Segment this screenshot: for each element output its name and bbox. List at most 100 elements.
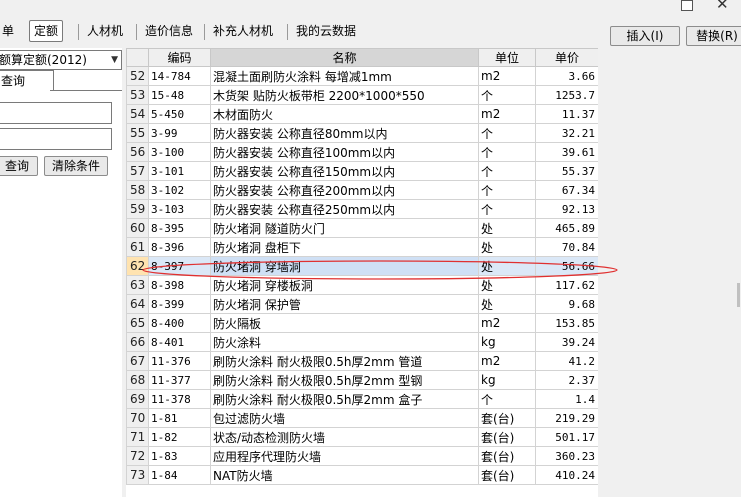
quota-price[interactable]: 501.17 — [535, 427, 598, 447]
quota-code[interactable]: 8-395 — [148, 218, 211, 238]
table-row[interactable]: 70 1-81 包过滤防火墙 套(台) 219.29 — [126, 408, 598, 428]
close-icon[interactable]: ✕ — [716, 0, 729, 12]
table-row[interactable]: 54 5-450 木材面防火 m2 11.37 — [126, 104, 598, 124]
column-header-price[interactable]: 单价 — [535, 48, 598, 67]
table-row[interactable]: 53 15-48 木货架 贴防火板带柜 2200*1000*550 个 1253.7 — [126, 85, 598, 105]
search-input-2[interactable] — [0, 128, 112, 150]
quota-price[interactable]: 1.4 — [535, 389, 598, 409]
quota-price[interactable]: 219.29 — [535, 408, 598, 428]
quota-name[interactable]: 应用程序代理防火墙 — [210, 446, 479, 466]
quota-code[interactable]: 11-377 — [148, 370, 211, 390]
table-row[interactable]: 57 3-101 防火器安装 公称直径150mm以内个 55.37 — [126, 161, 598, 181]
quota-name[interactable]: 状态/动态检测防火墙 — [210, 427, 479, 447]
table-row[interactable]: 72 1-83 应用程序代理防火墙 套(台) 360.23 — [126, 446, 598, 466]
quota-code[interactable]: 5-450 — [148, 104, 211, 124]
row-number[interactable]: 68 — [126, 370, 149, 390]
quota-price[interactable]: 360.23 — [535, 446, 598, 466]
quota-unit[interactable]: 个 — [478, 389, 536, 409]
quota-unit[interactable]: kg — [478, 370, 536, 390]
quota-library-select[interactable]: 额算定额(2012) ▼ — [0, 50, 122, 70]
quota-code[interactable]: 3-103 — [148, 199, 211, 219]
table-row[interactable]: 68 11-377 刷防火涂料 耐火极限0.5h厚2mm 型钢 kg 2.37 — [126, 370, 598, 390]
row-number[interactable]: 60 — [126, 218, 149, 238]
table-row[interactable]: 69 11-378 刷防火涂料 耐火极限0.5h厚2mm 盒子个 1.4 — [126, 389, 598, 409]
column-header-code[interactable]: 编码 — [148, 48, 211, 67]
row-number[interactable]: 67 — [126, 351, 149, 371]
tab-list[interactable]: 单 — [0, 20, 18, 42]
quota-unit[interactable]: 处 — [478, 294, 536, 314]
quota-name[interactable]: 刷防火涂料 耐火极限0.5h厚2mm 管道 — [210, 351, 479, 371]
tab-query[interactable]: 查询 — [0, 70, 54, 91]
quota-price[interactable]: 70.84 — [535, 237, 598, 257]
quota-name[interactable]: 防火堵洞 盘柜下 — [210, 237, 479, 257]
quota-name[interactable]: 防火堵洞 隧道防火门 — [210, 218, 479, 238]
quota-name[interactable]: 防火器安装 公称直径150mm以内 — [210, 161, 479, 181]
quota-name[interactable]: 防火堵洞 保护管 — [210, 294, 479, 314]
quota-code[interactable]: 11-376 — [148, 351, 211, 371]
tab-quota[interactable]: 定额 — [29, 20, 64, 42]
row-number[interactable]: 73 — [126, 465, 149, 485]
row-number[interactable]: 58 — [126, 180, 149, 200]
quota-price[interactable]: 9.68 — [535, 294, 598, 314]
quota-unit[interactable]: 个 — [478, 123, 536, 143]
row-number[interactable]: 70 — [126, 408, 149, 428]
row-number[interactable]: 54 — [126, 104, 149, 124]
row-number[interactable]: 66 — [126, 332, 149, 352]
clear-conditions-button[interactable]: 清除条件 — [44, 156, 108, 176]
query-button[interactable]: 查询 — [0, 156, 38, 176]
tab-cost-info[interactable]: 造价信息 — [141, 20, 197, 42]
quota-unit[interactable]: 套(台) — [478, 408, 536, 428]
quota-code[interactable]: 3-102 — [148, 180, 211, 200]
quota-unit[interactable]: 套(台) — [478, 465, 536, 485]
quota-code[interactable]: 8-400 — [148, 313, 211, 333]
quota-code[interactable]: 11-378 — [148, 389, 211, 409]
quota-unit[interactable]: 个 — [478, 199, 536, 219]
quota-name[interactable]: 防火器安装 公称直径250mm以内 — [210, 199, 479, 219]
row-number[interactable]: 52 — [126, 66, 149, 86]
row-number[interactable]: 56 — [126, 142, 149, 162]
table-row[interactable]: 59 3-103 防火器安装 公称直径250mm以内个 92.13 — [126, 199, 598, 219]
table-row[interactable]: 73 1-84 NAT防火墙 套(台) 410.24 — [126, 465, 598, 485]
table-row[interactable]: 64 8-399 防火堵洞 保护管处 9.68 — [126, 294, 598, 314]
quota-price[interactable]: 39.61 — [535, 142, 598, 162]
quota-price[interactable]: 41.2 — [535, 351, 598, 371]
table-row[interactable]: 60 8-395 防火堵洞 隧道防火门处 465.89 — [126, 218, 598, 238]
quota-unit[interactable]: 个 — [478, 142, 536, 162]
quota-price[interactable]: 32.21 — [535, 123, 598, 143]
quota-code[interactable]: 3-100 — [148, 142, 211, 162]
quota-price[interactable]: 465.89 — [535, 218, 598, 238]
quota-unit[interactable]: m2 — [478, 104, 536, 124]
tab-labor-material-machine[interactable]: 人材机 — [83, 20, 127, 42]
quota-code[interactable]: 1-84 — [148, 465, 211, 485]
quota-name[interactable]: 木货架 贴防火板带柜 2200*1000*550 — [210, 85, 479, 105]
row-number[interactable]: 72 — [126, 446, 149, 466]
quota-unit[interactable]: m2 — [478, 313, 536, 333]
quota-code[interactable]: 14-784 — [148, 66, 211, 86]
quota-name[interactable]: 包过滤防火墙 — [210, 408, 479, 428]
quota-price[interactable]: 67.34 — [535, 180, 598, 200]
quota-name[interactable]: 防火隔板 — [210, 313, 479, 333]
quota-code[interactable]: 3-101 — [148, 161, 211, 181]
quota-unit[interactable]: kg — [478, 332, 536, 352]
table-row[interactable]: 67 11-376 刷防火涂料 耐火极限0.5h厚2mm 管道 m2 41.2 — [126, 351, 598, 371]
insert-button[interactable]: 插入(I) — [610, 26, 680, 46]
quota-unit[interactable]: 个 — [478, 180, 536, 200]
tab-my-cloud-data[interactable]: 我的云数据 — [292, 20, 360, 42]
quota-code[interactable]: 8-396 — [148, 237, 211, 257]
quota-price[interactable]: 2.37 — [535, 370, 598, 390]
table-row[interactable]: 52 14-784 混凝土面刷防火涂料 每增减1mm m2 3.66 — [126, 66, 598, 86]
table-row[interactable]: 71 1-82 状态/动态检测防火墙 套(台) 501.17 — [126, 427, 598, 447]
quota-name[interactable]: 防火涂料 — [210, 332, 479, 352]
quota-code[interactable]: 1-82 — [148, 427, 211, 447]
quota-price[interactable]: 1253.7 — [535, 85, 598, 105]
scrollbar-thumb[interactable] — [737, 283, 740, 307]
quota-unit[interactable]: 套(台) — [478, 427, 536, 447]
restore-icon[interactable] — [681, 0, 693, 11]
quota-code[interactable]: 8-399 — [148, 294, 211, 314]
row-number[interactable]: 61 — [126, 237, 149, 257]
quota-name[interactable]: NAT防火墙 — [210, 465, 479, 485]
column-header-name[interactable]: 名称 — [210, 48, 479, 67]
quota-code[interactable]: 8-401 — [148, 332, 211, 352]
quota-name[interactable]: 防火器安装 公称直径80mm以内 — [210, 123, 479, 143]
row-number[interactable]: 59 — [126, 199, 149, 219]
